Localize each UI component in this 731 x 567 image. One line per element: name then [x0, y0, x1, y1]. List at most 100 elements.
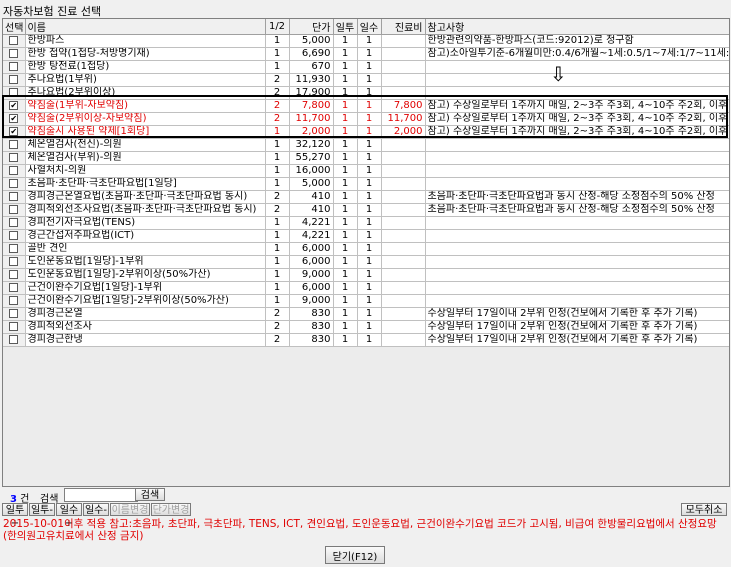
table-row[interactable]: 한방파스 1 5,000 1 1 한방관련의약품-한방파스(코드:92012)로 청구함: [3, 34, 729, 48]
table-row[interactable]: 경피경근온열 2 830 1 1 수상일부터 17일이내 2부위 인정(건보에서 기록한 …: [3, 307, 729, 321]
row-checkbox-cell[interactable]: [3, 294, 26, 308]
header-price[interactable]: 단가: [289, 19, 334, 35]
row-checkbox[interactable]: [9, 282, 19, 292]
table-row[interactable]: 추나요법(2부위이상) 2 17,900 1 1: [3, 86, 729, 100]
table-row[interactable]: 도인운동요법[1일당]-2부위이상(50%가산) 1 9,000 1 1: [3, 268, 729, 282]
table-row[interactable]: ✔ 약침술(1부위-자보약침) 2 7,800 1 1 7,800 참고) 수상일로부터 1주…: [3, 99, 729, 113]
row-checkbox-cell[interactable]: ✔: [3, 125, 26, 139]
cell-days: 1: [357, 164, 382, 178]
cell-times: 1: [333, 73, 358, 87]
row-checkbox-cell[interactable]: [3, 203, 26, 217]
header-fee[interactable]: 진료비: [381, 19, 426, 35]
header-times[interactable]: 일투: [333, 19, 358, 35]
row-checkbox-cell[interactable]: [3, 73, 26, 87]
row-checkbox-cell[interactable]: [3, 320, 26, 334]
row-checkbox-cell[interactable]: [3, 229, 26, 243]
table-row[interactable]: 골반 견인 1 6,000 1 1: [3, 242, 729, 256]
row-checkbox-cell[interactable]: [3, 60, 26, 74]
row-checkbox-cell[interactable]: [3, 164, 26, 178]
row-checkbox[interactable]: [9, 165, 19, 175]
header-name[interactable]: 이름: [25, 19, 266, 35]
row-checkbox[interactable]: [9, 204, 19, 214]
row-checkbox[interactable]: [9, 217, 19, 227]
days-plus-button[interactable]: 일수+: [56, 503, 82, 529]
row-checkbox-cell[interactable]: [3, 333, 26, 347]
cell-times: 1: [333, 242, 358, 256]
table-row[interactable]: 추나요법(1부위) 2 11,930 1 1: [3, 73, 729, 87]
table-row[interactable]: 근건이완수기요법[1일당]-2부위이상(50%가산) 1 9,000 1 1: [3, 294, 729, 308]
row-checkbox-cell[interactable]: [3, 47, 26, 61]
table-row[interactable]: 경피전기자극요법(TENS) 1 4,221 1 1: [3, 216, 729, 230]
table-row[interactable]: 체온열검사(전신)-의원 1 32,120 1 1: [3, 138, 729, 152]
name-change-button[interactable]: 이름변경: [110, 503, 150, 516]
row-checkbox[interactable]: [9, 334, 19, 344]
row-checkbox[interactable]: [9, 87, 19, 97]
price-change-button[interactable]: 단가변경: [151, 503, 191, 516]
table-row[interactable]: ✔ 약침술시 사용된 약제[1회당] 1 2,000 1 1 2,000 참고) 수상일로부터…: [3, 125, 729, 139]
cancel-all-button[interactable]: 모두취소: [681, 503, 727, 516]
table-row[interactable]: 경피경근한냉 2 830 1 1 수상일부터 17일이내 2부위 인정(건보에서 기록한 …: [3, 333, 729, 347]
cell-fee: [381, 164, 426, 178]
row-checkbox[interactable]: [9, 295, 19, 305]
close-button[interactable]: 닫기(F12): [325, 546, 385, 564]
row-checkbox-cell[interactable]: [3, 138, 26, 152]
row-checkbox-cell[interactable]: [3, 255, 26, 269]
header-ratio[interactable]: 1/2: [265, 19, 290, 35]
table-row[interactable]: 사혈처치-의원 1 16,000 1 1: [3, 164, 729, 178]
daily-plus-button[interactable]: 일투+: [2, 503, 28, 529]
table-row[interactable]: 경피적외선조사요법(초음파·초단파·극초단파요법 동시) 2 410 1 1 초음파·초단…: [3, 203, 729, 217]
row-checkbox[interactable]: [9, 191, 19, 201]
header-note[interactable]: 참고사항: [425, 19, 729, 35]
days-minus-button[interactable]: 일수-: [83, 503, 109, 516]
row-checkbox[interactable]: [9, 178, 19, 188]
table-row[interactable]: 근건이완수기요법[1일당]-1부위 1 6,000 1 1: [3, 281, 729, 295]
cell-price: 9,000: [289, 268, 334, 282]
row-checkbox-cell[interactable]: [3, 151, 26, 165]
row-checkbox[interactable]: [9, 230, 19, 240]
cell-price: 55,270: [289, 151, 334, 165]
row-checkbox-cell[interactable]: [3, 307, 26, 321]
table-row[interactable]: 경피적외선조사 2 830 1 1 수상일부터 17일이내 2부위 인정(건보에서 기록한…: [3, 320, 729, 334]
row-checkbox[interactable]: ✔: [9, 113, 19, 123]
cell-price: 11,930: [289, 73, 334, 87]
search-input[interactable]: [64, 488, 138, 502]
row-checkbox-cell[interactable]: [3, 34, 26, 48]
table-row[interactable]: 도인운동요법[1일당]-1부위 1 6,000 1 1: [3, 255, 729, 269]
table-row[interactable]: 경근간섭저주파요법(ICT) 1 4,221 1 1: [3, 229, 729, 243]
row-checkbox-cell[interactable]: ✔: [3, 99, 26, 113]
row-checkbox[interactable]: [9, 48, 19, 58]
cell-ratio: 2: [265, 99, 290, 113]
row-checkbox-cell[interactable]: [3, 177, 26, 191]
row-checkbox[interactable]: [9, 269, 19, 279]
table-row[interactable]: 한방 첩약(1첩당-처방명기재) 1 6,690 1 1 참고)소아일투기준-6개월미만:…: [3, 47, 729, 61]
row-checkbox-cell[interactable]: [3, 216, 26, 230]
row-checkbox[interactable]: ✔: [9, 100, 19, 110]
row-checkbox[interactable]: [9, 308, 19, 318]
row-checkbox[interactable]: [9, 152, 19, 162]
row-checkbox-cell[interactable]: [3, 281, 26, 295]
table-row[interactable]: 체온열검사(부위)-의원 1 55,270 1 1: [3, 151, 729, 165]
table-row[interactable]: ✔ 약침술(2부위이상-자보약침) 2 11,700 1 1 11,700 참고) 수상일로부…: [3, 112, 729, 126]
header-days[interactable]: 일수: [357, 19, 382, 35]
table-row[interactable]: 초음파·초단파·극초단파요법[1일당] 1 5,000 1 1: [3, 177, 729, 191]
row-checkbox-cell[interactable]: [3, 190, 26, 204]
row-checkbox[interactable]: [9, 139, 19, 149]
row-checkbox[interactable]: [9, 61, 19, 71]
row-checkbox[interactable]: [9, 321, 19, 331]
daily-minus-button[interactable]: 일투-: [29, 503, 55, 516]
row-checkbox-cell[interactable]: ✔: [3, 112, 26, 126]
row-checkbox-cell[interactable]: [3, 268, 26, 282]
row-checkbox[interactable]: [9, 256, 19, 266]
row-checkbox-cell[interactable]: [3, 86, 26, 100]
row-checkbox[interactable]: [9, 243, 19, 253]
row-checkbox-cell[interactable]: [3, 242, 26, 256]
row-checkbox[interactable]: [9, 74, 19, 84]
header-select[interactable]: 선택: [3, 19, 26, 35]
table-row[interactable]: 경피경근온열요법(초음파·초단파·극초단파요법 동시) 2 410 1 1 초음파·초단파…: [3, 190, 729, 204]
row-checkbox[interactable]: [9, 35, 19, 45]
cell-note: [425, 242, 729, 256]
cell-price: 6,000: [289, 255, 334, 269]
search-button[interactable]: 검색: [135, 488, 165, 501]
row-checkbox[interactable]: ✔: [9, 126, 19, 136]
table-row[interactable]: 한방 탕전료(1첩당) 1 670 1 1: [3, 60, 729, 74]
